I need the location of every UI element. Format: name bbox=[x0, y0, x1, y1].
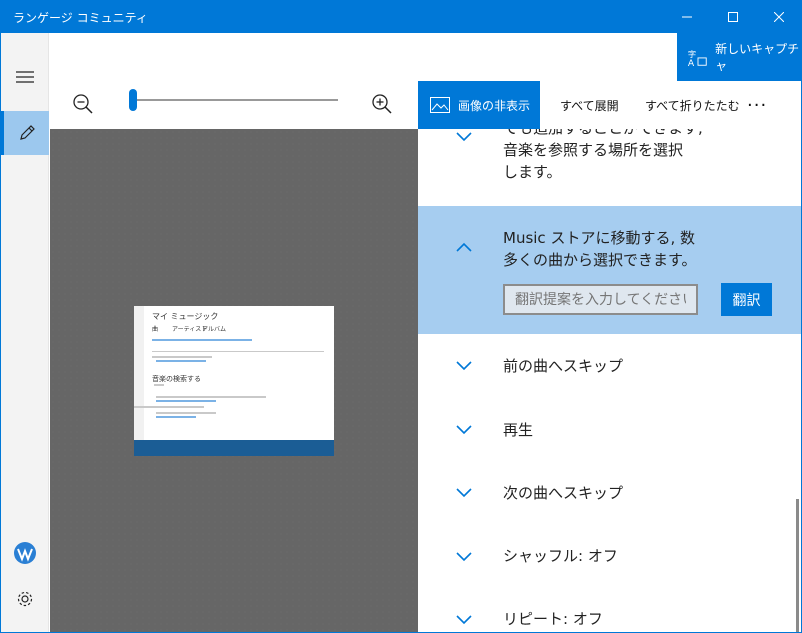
thumbnail-line bbox=[154, 384, 164, 386]
list-item-label: でも追加することができます, bbox=[503, 129, 703, 139]
community-logo-icon bbox=[14, 542, 36, 564]
gear-icon bbox=[17, 591, 33, 607]
window-title: ランゲージ コミュニティ bbox=[13, 11, 148, 25]
thumbnail-line bbox=[134, 406, 204, 408]
toolbar: 字A 新しいキャプチャ 画像の非表示 すべて展開 すべて折りたたむ ··· bbox=[50, 33, 801, 129]
thumbnail-link bbox=[156, 360, 206, 362]
minimize-icon bbox=[682, 16, 692, 18]
chevron-down-icon[interactable] bbox=[454, 129, 474, 147]
app-window: ランゲージ コミュニティ 字A 新しいキャプチャ 画像の非表示 すべて展開 すべ… bbox=[0, 0, 802, 633]
close-icon bbox=[774, 12, 784, 22]
list-item-label: リピート: オフ bbox=[503, 610, 603, 628]
sidebar bbox=[1, 33, 49, 632]
image-icon bbox=[430, 97, 450, 113]
list-item-label: Music ストアに移動する, 数 bbox=[503, 229, 695, 247]
image-canvas[interactable]: マイ ミュージック 曲 アーティスト アルバム 音楽の検索する bbox=[50, 129, 418, 632]
sidebar-item-edit[interactable] bbox=[1, 111, 49, 155]
list-item[interactable]: 前の曲へスキップ bbox=[418, 334, 801, 398]
zoom-slider-track[interactable] bbox=[132, 99, 338, 101]
chevron-down-icon[interactable] bbox=[454, 547, 474, 567]
maximize-icon bbox=[728, 12, 738, 22]
thumbnail-sidebar bbox=[134, 306, 144, 456]
list-item[interactable]: シャッフル: オフ bbox=[418, 525, 801, 589]
list-item[interactable]: でも追加することができます, 音楽を参照する場所を選択します。 bbox=[418, 129, 801, 193]
chevron-down-icon[interactable] bbox=[454, 356, 474, 376]
menu-button[interactable] bbox=[1, 55, 49, 99]
collapse-all-button[interactable]: すべて折りたたむ bbox=[645, 81, 740, 129]
chevron-up-icon[interactable] bbox=[454, 237, 474, 257]
thumbnail-line bbox=[156, 396, 266, 398]
new-capture-label: 新しいキャプチャ bbox=[715, 42, 800, 73]
hamburger-icon bbox=[16, 71, 34, 83]
chevron-down-icon[interactable] bbox=[454, 483, 474, 503]
thumbnail-line bbox=[152, 356, 212, 358]
more-options-button[interactable]: ··· bbox=[747, 81, 767, 129]
settings-button[interactable] bbox=[1, 577, 49, 621]
list-item-label: 多くの曲から選択できます。 bbox=[503, 251, 697, 269]
translate-button[interactable]: 翻訳 bbox=[721, 283, 772, 316]
svg-text:A: A bbox=[688, 58, 695, 68]
thumbnail-line bbox=[156, 412, 216, 414]
thumbnail-link bbox=[156, 400, 216, 402]
list-item[interactable]: リピート: オフ bbox=[418, 588, 801, 632]
hide-image-button[interactable]: 画像の非表示 bbox=[418, 81, 540, 129]
zoom-out-icon bbox=[73, 94, 93, 114]
sidebar-item-profile[interactable] bbox=[1, 531, 49, 575]
zoom-in-icon bbox=[372, 94, 392, 114]
capture-translate-icon: 字A bbox=[688, 49, 707, 68]
list-item[interactable]: 次の曲へスキップ bbox=[418, 461, 801, 525]
list-item-label: 再生 bbox=[503, 421, 534, 439]
new-capture-button[interactable]: 字A 新しいキャプチャ bbox=[677, 33, 801, 81]
thumbnail-divider bbox=[152, 351, 324, 352]
maximize-button[interactable] bbox=[710, 1, 756, 33]
zoom-out-button[interactable] bbox=[70, 91, 96, 117]
thumbnail-title: マイ ミュージック bbox=[152, 312, 219, 321]
thumbnail-link bbox=[156, 416, 196, 418]
list-item-label: します。 bbox=[503, 163, 562, 181]
chevron-down-icon[interactable] bbox=[454, 420, 474, 440]
title-bar: ランゲージ コミュニティ bbox=[1, 1, 801, 33]
thumbnail-tab-1: 曲 bbox=[152, 326, 159, 333]
thumbnail-player-bar bbox=[134, 440, 334, 456]
thumbnail-filter-row bbox=[152, 339, 252, 341]
thumbnail-section: 音楽の検索する bbox=[152, 375, 201, 383]
zoom-slider-thumb[interactable] bbox=[129, 89, 137, 111]
chevron-down-icon[interactable] bbox=[454, 610, 474, 630]
translation-suggestion-input[interactable] bbox=[503, 284, 698, 315]
list-item[interactable]: 再生 bbox=[418, 398, 801, 462]
list-item-label: 前の曲へスキップ bbox=[503, 357, 624, 375]
captured-image-thumbnail[interactable]: マイ ミュージック 曲 アーティスト アルバム 音楽の検索する bbox=[134, 306, 334, 456]
list-item-label: 音楽を参照する場所を選択 bbox=[503, 141, 684, 159]
zoom-in-button[interactable] bbox=[369, 91, 395, 117]
list-item[interactable]: Music ストアに移動する, 数多くの曲から選択できます。翻訳 bbox=[418, 206, 801, 334]
list-item-label: シャッフル: オフ bbox=[503, 547, 618, 565]
translation-list: リピート: オフ シャッフル: オフ 次の曲へスキップ 再生 前の曲へスキップ Music… bbox=[418, 129, 801, 632]
scrollbar[interactable] bbox=[796, 499, 799, 632]
pencil-icon bbox=[19, 125, 35, 140]
hide-image-label: 画像の非表示 bbox=[458, 98, 531, 113]
expand-all-button[interactable]: すべて展開 bbox=[560, 81, 619, 129]
minimize-button[interactable] bbox=[664, 1, 710, 33]
thumbnail-tab-3: アルバム bbox=[202, 326, 226, 333]
close-button[interactable] bbox=[756, 1, 801, 33]
list-item-label: 次の曲へスキップ bbox=[503, 484, 624, 502]
